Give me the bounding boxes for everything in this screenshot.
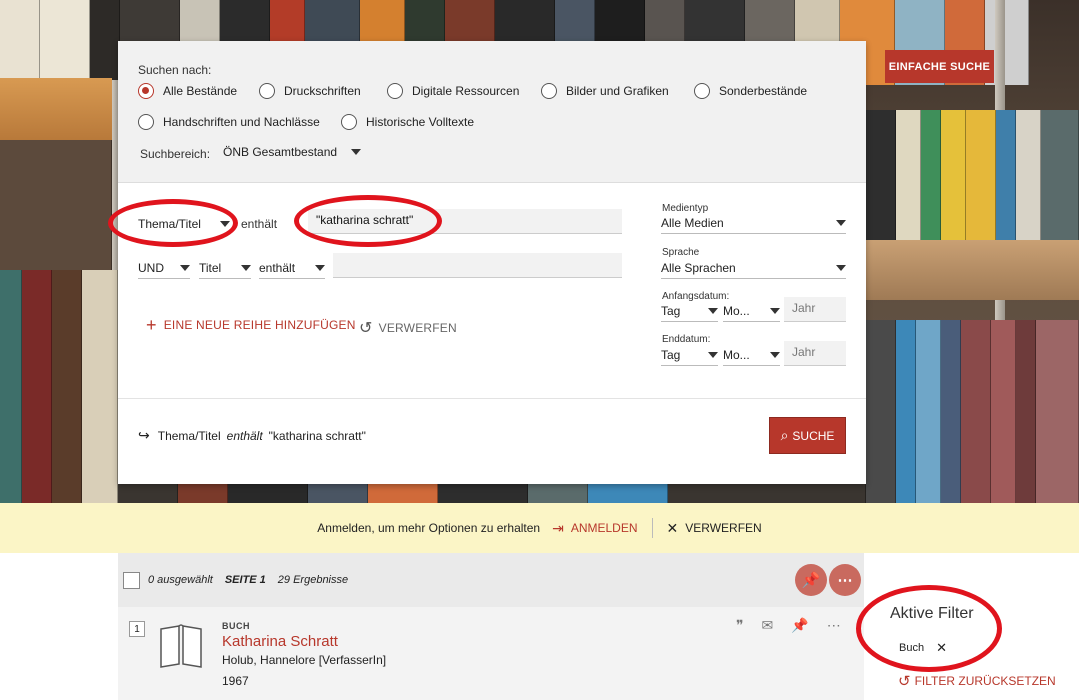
close-icon[interactable]: ✕: [936, 640, 947, 656]
radio-icon: [694, 83, 710, 99]
chevron-down-icon: [315, 265, 325, 271]
filter-chip-buch[interactable]: Buch ✕: [899, 640, 947, 656]
quote-icon[interactable]: ❞: [736, 617, 744, 634]
query-input-row2[interactable]: [333, 253, 622, 278]
end-year-input[interactable]: Jahr: [784, 341, 846, 366]
language-label: Sprache: [662, 247, 700, 258]
radio-alle-bestaende[interactable]: Alle Bestände: [138, 83, 237, 99]
chevron-down-icon: [708, 352, 718, 358]
scope-label: Suchen nach:: [138, 63, 212, 77]
result-actions: ❞ ✉ 📌 ⋯: [736, 617, 841, 634]
radio-icon: [387, 83, 403, 99]
login-link[interactable]: ⇥ ANMELDEN: [552, 520, 637, 537]
search-area-select[interactable]: ÖNB Gesamtbestand: [223, 145, 361, 162]
dismiss-banner-button[interactable]: ✕ VERWERFEN: [667, 520, 762, 537]
radio-digitale-ressourcen[interactable]: Digitale Ressourcen: [387, 83, 519, 99]
boolean-select-row2[interactable]: UND: [138, 261, 190, 279]
start-date-label: Anfangsdatum:: [662, 291, 730, 302]
pin-icon: 📌: [801, 572, 821, 589]
login-banner-text: Anmelden, um mehr Optionen zu erhalten: [317, 521, 541, 535]
return-arrow-icon: ↪: [138, 427, 150, 443]
annotation-ellipse: [856, 585, 1002, 672]
pin-all-button[interactable]: 📌: [795, 564, 827, 596]
chevron-down-icon: [836, 220, 846, 226]
result-year: 1967: [222, 674, 249, 688]
bottom-books: [118, 484, 866, 503]
pin-icon[interactable]: 📌: [791, 617, 808, 634]
field-select-row2[interactable]: Titel: [199, 261, 251, 279]
query-summary-text: ↪ Thema/Titel enthält "katharina schratt…: [138, 427, 366, 443]
radio-icon: [259, 83, 275, 99]
radio-selected-icon: [138, 83, 154, 99]
more-actions-button[interactable]: ⋯: [829, 564, 861, 596]
search-icon: ⌕: [780, 427, 789, 443]
end-day-select[interactable]: Tag: [661, 348, 718, 366]
search-button[interactable]: ⌕ SUCHE: [769, 417, 846, 454]
search-area-label: Suchbereich:: [140, 147, 211, 161]
query-input-row1[interactable]: "katharina schratt": [308, 209, 622, 234]
operator-select-row2[interactable]: enthält: [259, 261, 325, 279]
radio-icon: [138, 114, 154, 130]
select-all-checkbox[interactable]: [123, 572, 140, 589]
field-select-row1[interactable]: Thema/Titel: [138, 217, 230, 234]
chevron-down-icon: [241, 265, 251, 271]
right-lower-books: [866, 320, 1079, 503]
search-scope: Suchen nach: Alle Bestände Druckschrifte…: [118, 41, 866, 183]
radio-sonderbestaende[interactable]: Sonderbestände: [694, 83, 807, 99]
ellipsis-icon: ⋯: [837, 572, 853, 589]
discard-query-button[interactable]: ↺ VERWERFEN: [359, 318, 457, 338]
chevron-down-icon: [770, 308, 780, 314]
chevron-down-icon: [180, 265, 190, 271]
result-author: Holub, Hannelore [VerfasserIn]: [222, 653, 387, 667]
media-type-label: Medientyp: [662, 203, 709, 214]
results-meta: 0 ausgewählt SEITE 1 29 Ergebnisse: [148, 574, 349, 586]
radio-handschriften[interactable]: Handschriften und Nachlässe: [138, 114, 320, 130]
undo-icon: ↺: [359, 320, 373, 337]
media-type-select[interactable]: Alle Medien: [661, 216, 846, 234]
chevron-down-icon: [770, 352, 780, 358]
result-type: BUCH: [222, 621, 250, 631]
advanced-search-panel: Suchen nach: Alle Bestände Druckschrifte…: [118, 41, 866, 484]
radio-historische-volltexte[interactable]: Historische Volltexte: [341, 114, 474, 130]
left-lower-books: [0, 270, 118, 503]
chevron-down-icon: [836, 265, 846, 271]
operator-row1: enthält: [241, 217, 278, 231]
end-month-select[interactable]: Mo...: [723, 348, 780, 366]
divider: [651, 518, 653, 538]
chevron-down-icon: [351, 149, 361, 155]
start-month-select[interactable]: Mo...: [723, 304, 780, 322]
login-banner: Anmelden, um mehr Optionen zu erhalten ⇥…: [0, 503, 1079, 553]
active-filters-title: Aktive Filter: [890, 605, 974, 622]
reset-filters-button[interactable]: ↺ FILTER ZURÜCKSETZEN: [898, 672, 1056, 690]
simple-search-button[interactable]: EINFACHE SUCHE: [885, 50, 994, 83]
radio-icon: [541, 83, 557, 99]
radio-icon: [341, 114, 357, 130]
radio-druckschriften[interactable]: Druckschriften: [259, 83, 361, 99]
language-select[interactable]: Alle Sprachen: [661, 261, 846, 279]
chevron-down-icon: [708, 308, 718, 314]
radio-bilder-grafiken[interactable]: Bilder und Grafiken: [541, 83, 669, 99]
end-date-label: Enddatum:: [662, 334, 711, 345]
right-upper-books: [866, 110, 1079, 240]
ellipsis-icon[interactable]: ⋯: [827, 617, 841, 634]
book-icon: [160, 624, 202, 668]
result-index: 1: [129, 621, 145, 637]
plus-icon: +: [146, 315, 157, 335]
query-summary: ↪ Thema/Titel enthält "katharina schratt…: [118, 398, 866, 484]
results-toolbar: 0 ausgewählt SEITE 1 29 Ergebnisse 📌 ⋯: [118, 553, 864, 607]
start-year-input[interactable]: Jahr: [784, 297, 846, 322]
undo-icon: ↺: [898, 673, 911, 690]
close-icon: ✕: [666, 519, 679, 536]
email-icon[interactable]: ✉: [762, 617, 774, 634]
add-row-button[interactable]: + EINE NEUE REIHE HINZUFÜGEN: [146, 315, 356, 335]
chevron-down-icon: [220, 221, 230, 227]
start-day-select[interactable]: Tag: [661, 304, 718, 322]
sign-in-icon: ⇥: [552, 519, 564, 536]
result-item[interactable]: 1 BUCH Katharina Schratt Holub, Hannelor…: [118, 607, 864, 700]
result-title-link[interactable]: Katharina Schratt: [222, 633, 338, 650]
